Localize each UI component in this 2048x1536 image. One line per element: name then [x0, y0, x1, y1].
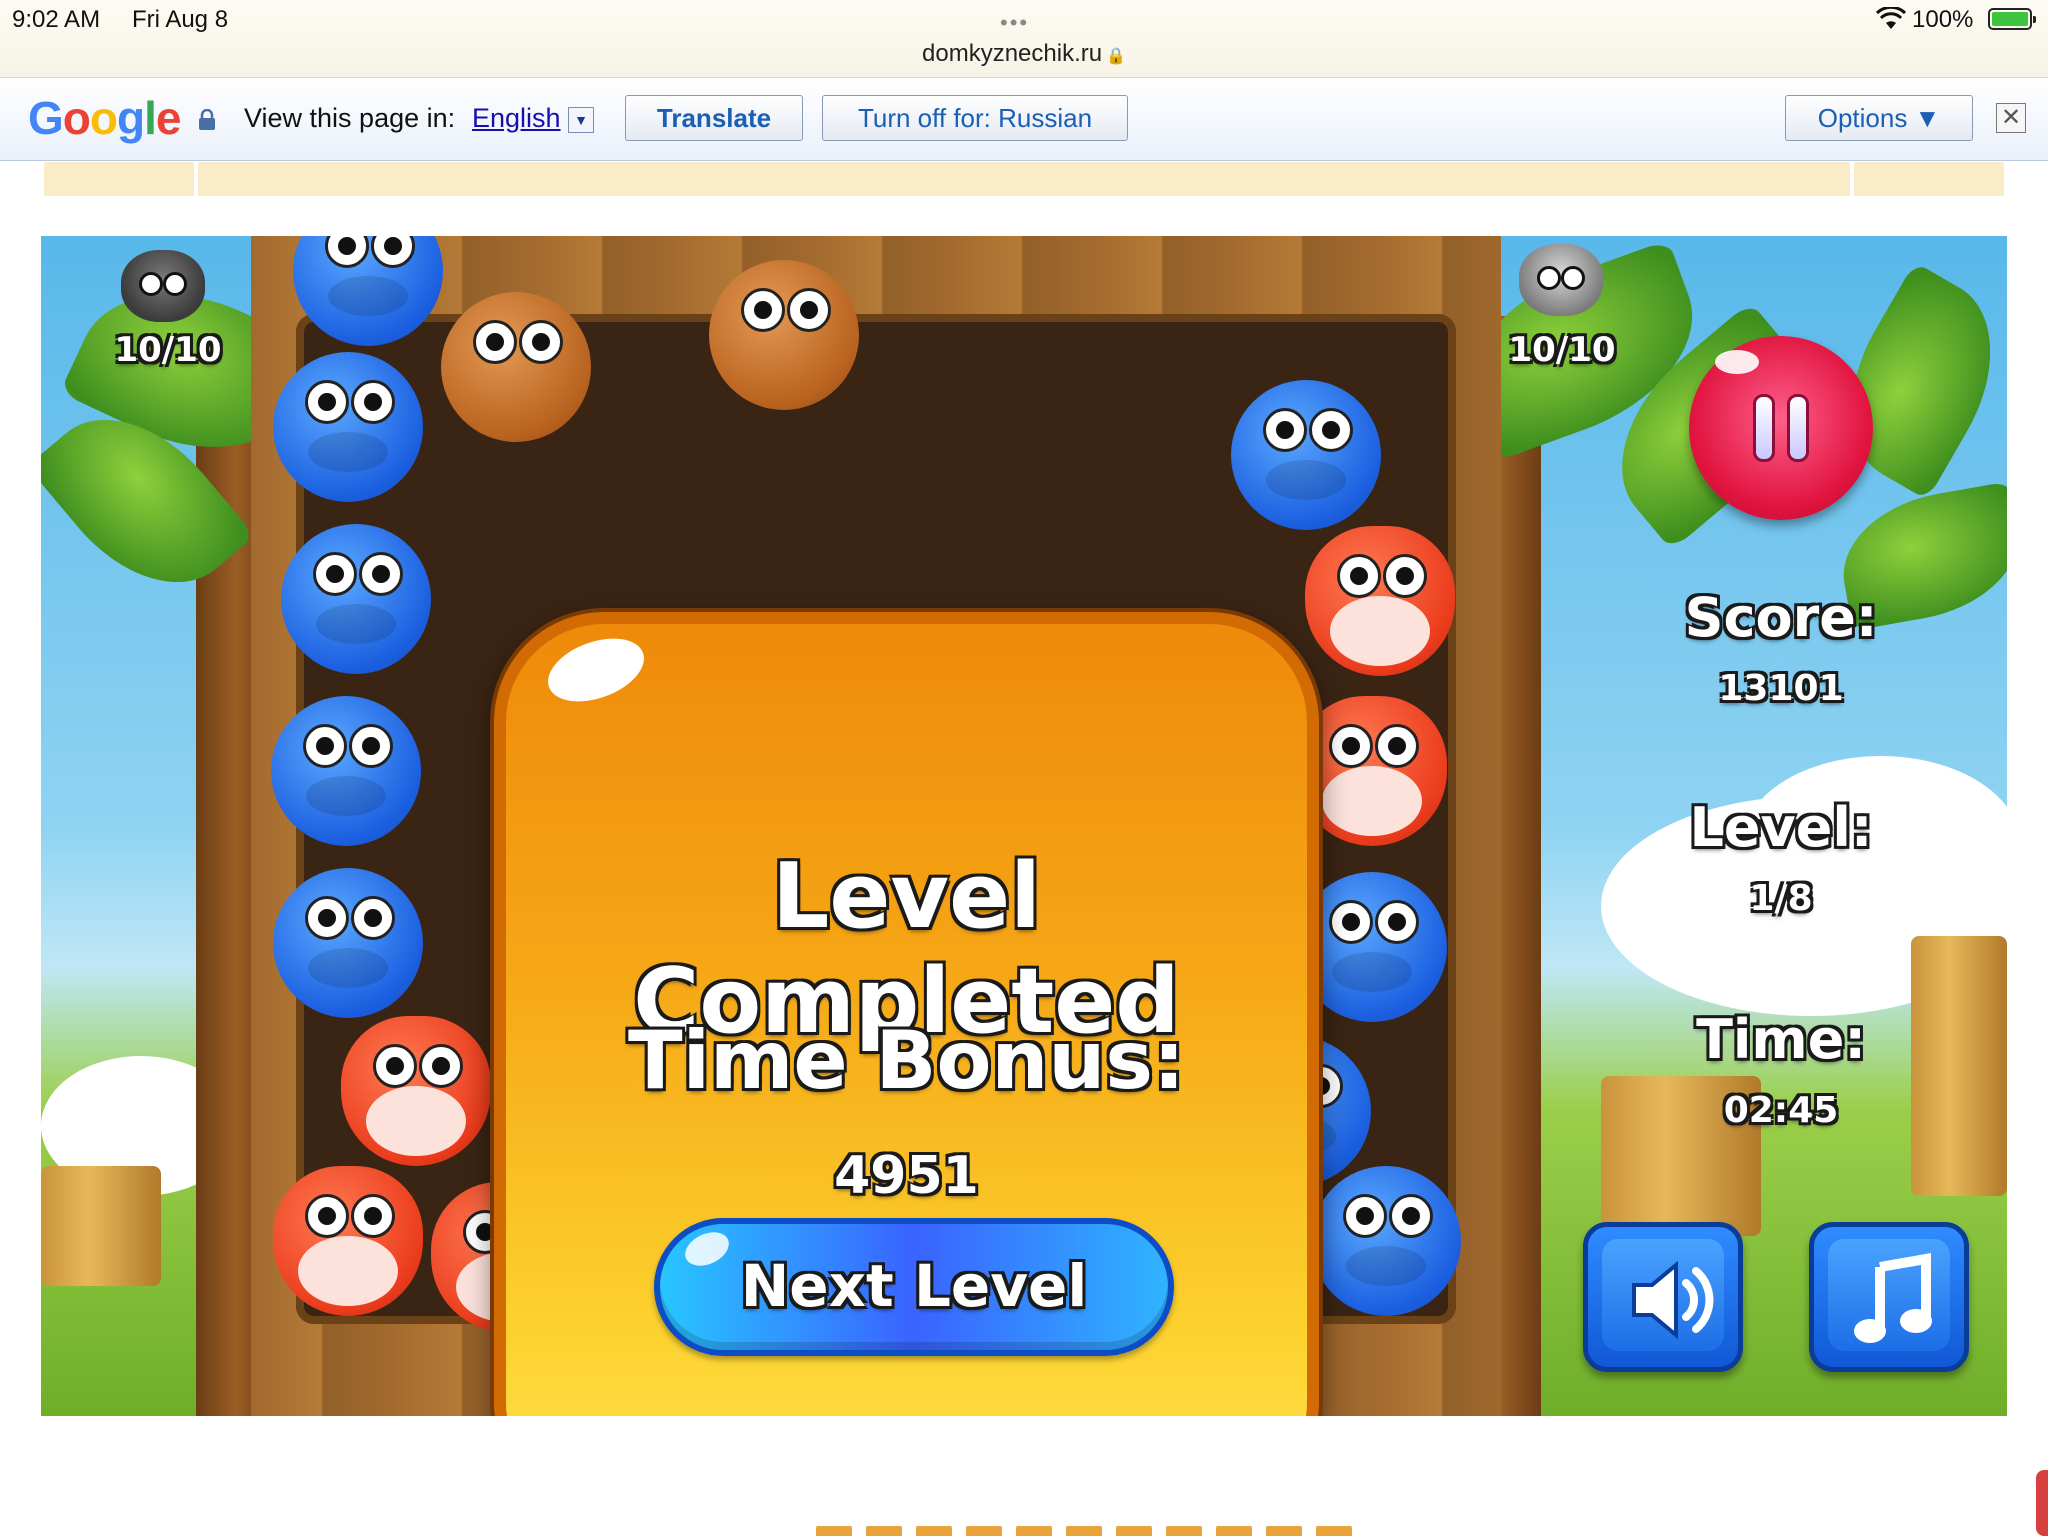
raccoon-icon — [1519, 244, 1603, 316]
highlight — [1715, 350, 1759, 374]
pause-icon — [1787, 394, 1809, 462]
score-label: Score: — [1684, 586, 1878, 649]
music-button[interactable] — [1809, 1222, 1969, 1372]
blue-critter[interactable] — [1231, 380, 1381, 530]
boar-icon — [121, 250, 205, 322]
button-face — [1828, 1239, 1950, 1351]
boar-critter[interactable] — [709, 260, 859, 410]
status-bar: 9:02 AM Fri Aug 8 ••• domkyznechik.ru 🔒 1… — [0, 0, 2048, 78]
fox-critter[interactable] — [273, 1166, 423, 1316]
date: Fri Aug 8 — [132, 6, 229, 33]
battery-fill — [1992, 12, 2028, 26]
battery-percentage: 100% — [1912, 6, 1974, 33]
level-value: 1/8 — [1749, 878, 1813, 919]
time-bonus-value: 4951 — [834, 1146, 979, 1206]
address-bar[interactable]: domkyznechik.ru 🔒 — [0, 40, 2048, 68]
divider — [194, 162, 198, 196]
blue-critter[interactable] — [1297, 872, 1447, 1022]
translate-bar: Google View this page in: English ▼ Tran… — [0, 79, 2048, 161]
edge-tab[interactable] — [2036, 1470, 2048, 1536]
game-canvas[interactable]: 10/10 10/10 Score: 13101 Level: 1/8 Time… — [41, 236, 2007, 1416]
level-label: Level: — [1689, 796, 1873, 859]
boar-counter: 10/10 — [114, 330, 222, 370]
time-label: Time: — [1696, 1008, 1866, 1071]
blue-critter[interactable] — [281, 524, 431, 674]
next-level-label: Next Level — [740, 1252, 1088, 1320]
options-button[interactable]: Options ▼ — [1785, 95, 1973, 141]
clock: 9:02 AM — [12, 6, 101, 33]
level-completed-dialog: Level Completed Time Bonus: 4951 Next Le… — [494, 612, 1319, 1416]
battery-icon — [1988, 8, 2036, 30]
pause-button[interactable] — [1689, 336, 1873, 520]
pause-icon — [1753, 394, 1775, 462]
page-footer-peek — [816, 1526, 1436, 1536]
speaker-icon — [1632, 1260, 1714, 1340]
language-link[interactable]: English — [472, 103, 561, 134]
blue-critter[interactable] — [1311, 1166, 1461, 1316]
translate-button[interactable]: Translate — [625, 95, 803, 141]
sound-button[interactable] — [1583, 1222, 1743, 1372]
site-header-strip — [44, 162, 2004, 196]
close-icon[interactable]: ✕ — [1996, 103, 2026, 133]
turn-off-button[interactable]: Turn off for: Russian — [822, 95, 1128, 141]
time-bonus-label: Time Bonus: — [628, 1014, 1185, 1107]
fox-critter[interactable] — [1297, 696, 1447, 846]
fox-critter[interactable] — [1305, 526, 1455, 676]
fox-critter[interactable] — [341, 1016, 491, 1166]
chevron-down-icon[interactable]: ▼ — [568, 107, 594, 133]
url-text: domkyznechik.ru — [922, 40, 1103, 67]
music-note-icon — [1854, 1253, 1932, 1343]
translate-prompt: View this page in: — [244, 103, 456, 133]
raccoon-counter: 10/10 — [1508, 330, 1616, 370]
blue-critter[interactable] — [273, 352, 423, 502]
wifi-icon — [1876, 7, 1906, 29]
lock-icon — [199, 109, 215, 130]
time-value: 02:45 — [1723, 1090, 1839, 1131]
button-face — [1602, 1239, 1724, 1351]
highlight — [539, 626, 653, 714]
blue-critter[interactable] — [273, 868, 423, 1018]
rock — [1911, 936, 2007, 1196]
more-dots-icon[interactable]: ••• — [1000, 10, 1029, 36]
rock — [41, 1166, 161, 1286]
divider — [1850, 162, 1854, 196]
score-value: 13101 — [1718, 668, 1844, 709]
blue-critter[interactable] — [271, 696, 421, 846]
google-logo: Google — [28, 92, 181, 144]
lock-icon: 🔒 — [1106, 48, 1126, 65]
next-level-button[interactable]: Next Level — [654, 1218, 1174, 1356]
boar-critter[interactable] — [441, 292, 591, 442]
